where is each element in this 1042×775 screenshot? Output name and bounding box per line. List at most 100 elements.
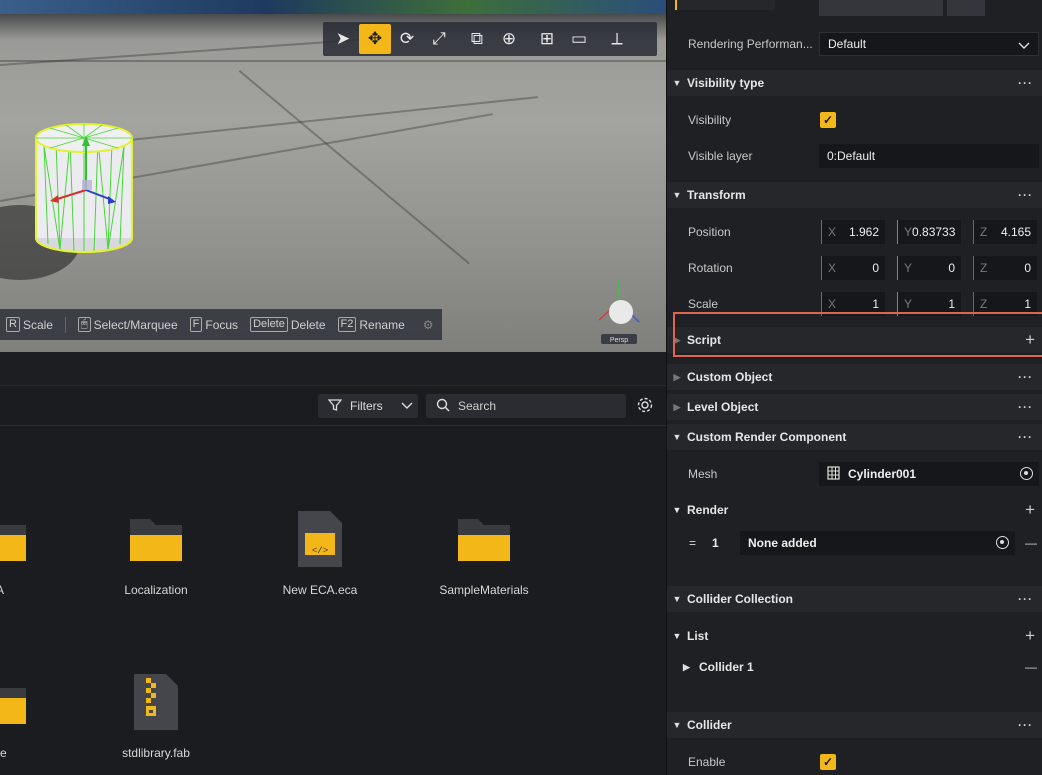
target-picker-icon[interactable] bbox=[1020, 467, 1033, 480]
orientation-gizmo[interactable]: Persp bbox=[595, 276, 645, 346]
axis-x-label: X bbox=[828, 261, 837, 275]
scale-z-value: 1 bbox=[1024, 297, 1031, 311]
asset-folder-a[interactable]: A bbox=[0, 507, 60, 597]
asset-folder-localization[interactable]: Localization bbox=[96, 507, 216, 597]
axis-z-label: Z bbox=[980, 297, 988, 311]
shortcut-hint: F2 Rename bbox=[337, 317, 405, 332]
rotation-x-value: 0 bbox=[872, 261, 879, 275]
snap-tool-button[interactable]: ⧉ bbox=[461, 24, 493, 54]
world-local-tool-button[interactable]: ⊕ bbox=[493, 24, 525, 54]
axis-icon: ⟂ bbox=[611, 29, 623, 48]
more-options-icon[interactable]: ··· bbox=[1018, 718, 1033, 732]
more-options-icon[interactable]: ··· bbox=[1018, 76, 1033, 90]
shortcut-key: 🖱 bbox=[77, 317, 91, 332]
asset-label: SampleMaterials bbox=[439, 583, 529, 597]
rotate-icon: ⟳ bbox=[399, 29, 415, 48]
filters-label: Filters bbox=[350, 399, 383, 413]
transform-header[interactable]: ▼ Transform ··· bbox=[667, 182, 1042, 208]
shortcut-label: Rename bbox=[359, 317, 405, 332]
script-highlight-outline bbox=[673, 312, 1042, 357]
visibility-checkbox[interactable]: ✓ bbox=[820, 112, 836, 128]
list-header[interactable]: ▼ List + bbox=[667, 624, 1042, 648]
snap-icon: ⧉ bbox=[470, 29, 484, 48]
position-z-field[interactable]: Z 4.165 bbox=[973, 220, 1037, 244]
collider-1-row[interactable]: ▶ Collider 1 — bbox=[667, 655, 1042, 679]
scale-icon: ⤢ bbox=[432, 29, 446, 48]
gizmo-persp-label[interactable]: Persp bbox=[610, 337, 628, 344]
inspector-top-field[interactable] bbox=[819, 0, 943, 16]
rotation-x-field[interactable]: X0 bbox=[821, 256, 885, 280]
visible-layer-value: 0:Default bbox=[827, 149, 876, 163]
rotate-tool-button[interactable]: ⟳ bbox=[391, 24, 423, 54]
visible-layer-field[interactable]: 0:Default bbox=[819, 144, 1039, 168]
asset-folder-ne[interactable]: ne bbox=[0, 670, 60, 760]
mesh-field[interactable]: Cylinder001 bbox=[819, 462, 1039, 486]
more-options-icon[interactable]: ··· bbox=[1018, 370, 1033, 384]
scale-tool-button[interactable]: ⤢ bbox=[423, 24, 455, 54]
svg-text:</>: </> bbox=[312, 546, 328, 556]
section-title: Collider bbox=[687, 718, 732, 732]
scene-viewport[interactable]: ➤ ✥ ⟳ ⤢ ⧉ ⊕ ⊞ ▭ ⟂ R Scale 🖱 Select/Marquee F Focus Del… bbox=[0, 0, 666, 352]
asset-file-stdlibrary[interactable]: stdlibrary.fab bbox=[96, 670, 216, 760]
mesh-label: Mesh bbox=[688, 467, 718, 481]
scene-background-strip bbox=[0, 0, 666, 14]
render-item-field[interactable]: None added bbox=[740, 531, 1015, 555]
add-render-icon[interactable]: + bbox=[1025, 500, 1035, 520]
rotation-z-field[interactable]: Z0 bbox=[973, 256, 1037, 280]
section-title: List bbox=[687, 629, 709, 643]
chevron-down-icon bbox=[401, 399, 413, 413]
asset-browser: Filters A Localization </> New bbox=[0, 352, 666, 775]
axis-y-label: Y bbox=[904, 225, 913, 239]
custom-object-header[interactable]: ▶ Custom Object ··· bbox=[667, 364, 1042, 390]
inspector-tab[interactable] bbox=[675, 0, 775, 10]
more-options-icon[interactable]: ··· bbox=[1018, 400, 1033, 414]
custom-render-header[interactable]: ▼ Custom Render Component ··· bbox=[667, 424, 1042, 450]
position-x-field[interactable]: X 1.962 bbox=[821, 220, 885, 244]
filters-button[interactable]: Filters bbox=[318, 394, 418, 418]
grid-icon: ⊞ bbox=[539, 29, 555, 48]
target-picker-icon[interactable] bbox=[996, 536, 1009, 549]
inspector-top-field[interactable] bbox=[947, 0, 985, 16]
more-options-icon[interactable]: ··· bbox=[1018, 592, 1033, 606]
visibility-type-header[interactable]: ▼ Visibility type ··· bbox=[667, 70, 1042, 96]
collider-header[interactable]: ▼ Collider ··· bbox=[667, 712, 1042, 738]
remove-render-icon[interactable]: — bbox=[1025, 536, 1037, 550]
asset-search-box[interactable] bbox=[426, 394, 626, 418]
asset-label: Localization bbox=[124, 583, 188, 597]
gear-icon[interactable]: ⚙ bbox=[423, 318, 434, 332]
axis-tool-button[interactable]: ⟂ bbox=[601, 24, 633, 54]
render-item-row: = 1 None added — bbox=[667, 531, 1042, 555]
collapse-triangle-icon: ▼ bbox=[672, 78, 682, 88]
asset-folder-samplematerials[interactable]: SampleMaterials bbox=[424, 507, 544, 597]
rotation-y-value: 0 bbox=[948, 261, 955, 275]
position-x-value: 1.962 bbox=[848, 225, 879, 239]
folder-icon bbox=[424, 507, 544, 571]
collider-collection-header[interactable]: ▼ Collider Collection ··· bbox=[667, 586, 1042, 612]
more-options-icon[interactable]: ··· bbox=[1018, 430, 1033, 444]
cylinder-object[interactable] bbox=[30, 118, 140, 261]
pavement-line bbox=[238, 70, 470, 265]
select-tool-button[interactable]: ➤ bbox=[327, 24, 359, 54]
folder-icon bbox=[0, 507, 60, 571]
asset-file-new-eca[interactable]: </> New ECA.eca bbox=[260, 507, 380, 597]
rotation-y-field[interactable]: Y0 bbox=[897, 256, 961, 280]
camera-tool-button[interactable]: ▭ bbox=[563, 24, 595, 54]
enable-checkbox[interactable]: ✓ bbox=[820, 754, 836, 770]
search-input[interactable] bbox=[458, 399, 608, 413]
section-title: Custom Render Component bbox=[687, 430, 847, 444]
gear-icon[interactable] bbox=[636, 396, 656, 416]
move-tool-button[interactable]: ✥ bbox=[359, 24, 391, 54]
expand-triangle-icon: ▶ bbox=[673, 401, 681, 412]
remove-collider-icon[interactable]: — bbox=[1025, 660, 1037, 674]
grid-tool-button[interactable]: ⊞ bbox=[531, 24, 563, 54]
more-options-icon[interactable]: ··· bbox=[1018, 188, 1033, 202]
level-object-header[interactable]: ▶ Level Object ··· bbox=[667, 394, 1042, 420]
add-collider-icon[interactable]: + bbox=[1025, 626, 1035, 646]
collapse-triangle-icon: ▼ bbox=[672, 190, 682, 200]
position-y-field[interactable]: Y 0.83733 bbox=[897, 220, 961, 244]
drag-handle-icon[interactable]: = bbox=[689, 536, 696, 550]
render-header[interactable]: ▼ Render + bbox=[667, 498, 1042, 522]
rendering-performance-select[interactable]: Default bbox=[819, 32, 1039, 56]
scale-label: Scale bbox=[688, 297, 719, 311]
search-icon bbox=[436, 398, 450, 415]
